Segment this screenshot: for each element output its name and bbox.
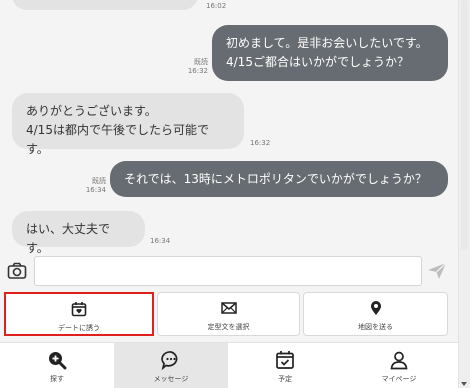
tab-search-label: 探す: [50, 375, 64, 383]
message-bubble-partial: [12, 0, 198, 10]
send-icon[interactable]: [427, 262, 447, 280]
message-read-receipt: 既読 16:32: [187, 58, 208, 75]
scroll-down-arrow-icon[interactable]: [461, 382, 467, 386]
tab-messages-label: メッセージ: [153, 375, 189, 383]
message-time: 16:32: [250, 139, 271, 147]
message-bubble-incoming: はい、大丈夫です。: [12, 211, 145, 255]
camera-icon[interactable]: [7, 262, 27, 280]
message-time: 16:02: [206, 2, 227, 10]
message-bubble-incoming: ありがとうございます。 4/15は都内で午後でしたら可能です。: [12, 93, 244, 156]
message-input[interactable]: [34, 256, 422, 286]
quick-actions: デートに誘う 定型文を選択 地図を送る: [0, 289, 458, 340]
send-map-button[interactable]: 地図を送る: [303, 292, 448, 336]
calendar-heart-icon: [71, 301, 87, 317]
chat-bubble-icon: [161, 350, 181, 371]
chat-thread: 16:02 既読 16:32 初めまして。是非お会いしたいです。 4/15ご都合…: [0, 0, 458, 255]
tab-mypage-label: マイページ: [381, 375, 417, 383]
tab-schedule[interactable]: 予定: [228, 343, 342, 388]
user-icon: [389, 350, 409, 370]
message-read-receipt: 既読 16:34: [85, 177, 106, 194]
map-pin-icon: [368, 300, 384, 316]
search-plus-icon: [47, 350, 67, 370]
invite-date-label: デートに誘う: [58, 324, 100, 332]
template-message-button[interactable]: 定型文を選択: [157, 292, 300, 336]
message-bubble-outgoing: 初めまして。是非お会いしたいです。 4/15ご都合はいかがでしょうか？: [212, 25, 448, 81]
envelope-icon: [220, 300, 237, 316]
message-bubble-outgoing: それでは、13時にメトロポリタンでいかがでしょうか？: [110, 161, 448, 197]
tab-messages[interactable]: メッセージ: [114, 343, 228, 388]
invite-date-button[interactable]: デートに誘う: [4, 292, 154, 336]
tab-schedule-label: 予定: [278, 375, 292, 383]
message-time: 16:34: [150, 237, 171, 245]
scrollbar[interactable]: [458, 0, 470, 388]
send-map-label: 地図を送る: [358, 323, 393, 331]
template-message-label: 定型文を選択: [207, 323, 250, 331]
bottom-tab-bar: 探す メッセージ 予定 マイページ: [0, 342, 458, 388]
composer: [0, 255, 458, 289]
tab-mypage[interactable]: マイページ: [342, 343, 456, 388]
tab-search[interactable]: 探す: [0, 343, 114, 388]
scrollbar-thumb[interactable]: [461, 0, 468, 250]
calendar-check-icon: [275, 350, 295, 370]
